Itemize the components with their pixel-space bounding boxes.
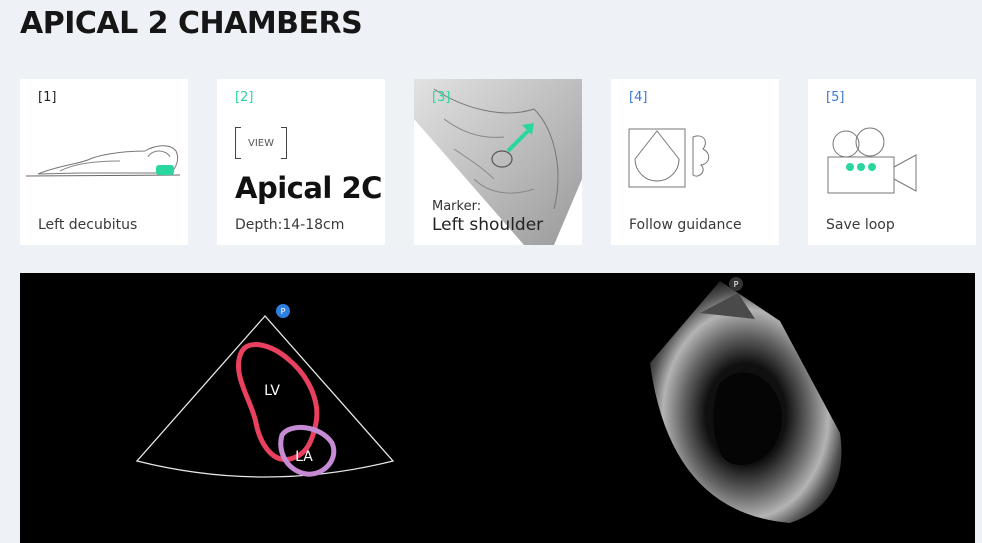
step-card-2[interactable]: [2] VIEW Apical 2C Depth:14-18cm <box>217 79 385 245</box>
view-tag: VIEW <box>235 127 287 159</box>
step-label: Save loop <box>826 217 895 233</box>
us-probe-marker-label: P <box>734 280 739 289</box>
page-title: APICAL 2 CHAMBERS <box>20 6 363 41</box>
probe-marker-label: P <box>281 307 286 316</box>
ultrasound-panel: P LV LA P <box>20 273 975 543</box>
step-card-1[interactable]: [1] Left decubitus <box>20 79 188 245</box>
chamber-label-lv: LV <box>264 383 280 399</box>
step-card-3[interactable]: [3] Marker: Left shoulder <box>414 79 582 245</box>
step-number: [2] <box>235 90 254 105</box>
chamber-label-la: LA <box>295 449 313 465</box>
step-number: [3] <box>432 90 451 105</box>
heart-diagram: P LV LA P <box>135 277 842 523</box>
step-label: Left decubitus <box>38 217 138 233</box>
step-label: Depth:14-18cm <box>235 217 345 233</box>
step-card-5[interactable]: [5] Save loop <box>808 79 976 245</box>
view-name: Apical 2C <box>235 171 382 205</box>
step-label: Follow guidance <box>629 217 742 233</box>
step-card-4[interactable]: [4] Follow guidance <box>611 79 779 245</box>
marker-label: Marker: <box>432 199 482 214</box>
marker-value: Left shoulder <box>432 215 544 235</box>
